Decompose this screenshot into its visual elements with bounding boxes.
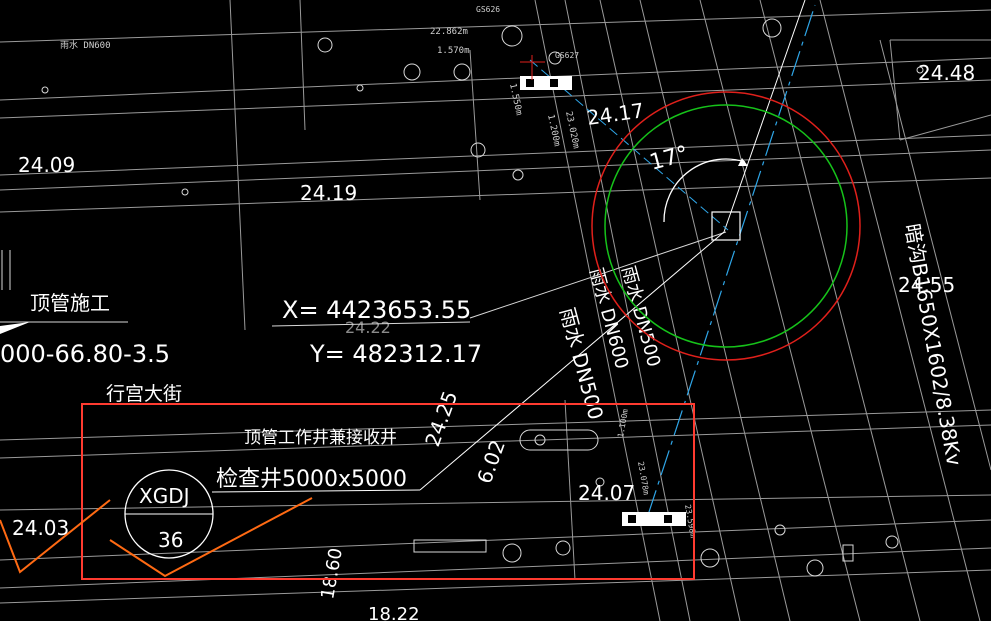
- elev-7: 24.25: [420, 388, 462, 450]
- jacking-construction-label: 顶管施工: [30, 291, 110, 315]
- left-annotations: 顶管施工 000-66.80-3.5 行宫大街: [0, 250, 182, 405]
- well-id-bottom: 36: [158, 528, 183, 552]
- elev-10: 24.03: [12, 516, 69, 540]
- inspection-well-label: 检查井5000x5000: [216, 467, 407, 492]
- vehicle-icon-top: [520, 55, 572, 90]
- small-dim-3: GS626: [476, 5, 500, 14]
- chainage-label: 000-66.80-3.5: [0, 340, 170, 368]
- elev-9: 24.07: [578, 481, 635, 505]
- well-id-top: XGDJ: [139, 484, 190, 508]
- arrow-icon: [0, 322, 30, 334]
- small-dim-4: GS627: [555, 51, 579, 60]
- elev-8: 6.02: [472, 437, 510, 487]
- small-dim-1: 22.862m: [430, 27, 468, 37]
- cad-drawing: 22.862m 1.570m GS626 GS627 雨水 DN600 1.55…: [0, 0, 991, 621]
- arc-arrow-icon: [738, 158, 748, 166]
- small-dim-7: 23.020m: [563, 111, 581, 150]
- well-title: 顶管工作井兼接收井: [244, 428, 397, 448]
- elev-12: 18.22: [368, 604, 420, 621]
- street-name: 行宫大街: [106, 383, 182, 405]
- small-dim-9: 23.078m: [636, 461, 651, 496]
- elev-4: 24.48: [918, 61, 975, 85]
- elev-2: 24.19: [300, 181, 357, 205]
- elev-11: 18.60: [317, 546, 347, 600]
- elev-1: 24.09: [18, 153, 75, 177]
- pipe-spec: 暗沟B1650X1602/8.38Kv: [900, 222, 966, 468]
- small-dim-2: 1.570m: [437, 46, 470, 56]
- angle-label: 17°: [647, 142, 691, 176]
- coord-y: Y= 482312.17: [309, 340, 482, 368]
- vehicle-icon-bottom: [622, 512, 686, 526]
- rain-pipe-top: 雨水 DN600: [60, 39, 111, 51]
- coord-x: X= 4423653.55: [282, 296, 471, 324]
- elev-3: 24.17: [585, 98, 645, 130]
- axis-line: [647, 4, 816, 516]
- street-grid: [0, 0, 991, 621]
- orange-route-right: [109, 497, 313, 578]
